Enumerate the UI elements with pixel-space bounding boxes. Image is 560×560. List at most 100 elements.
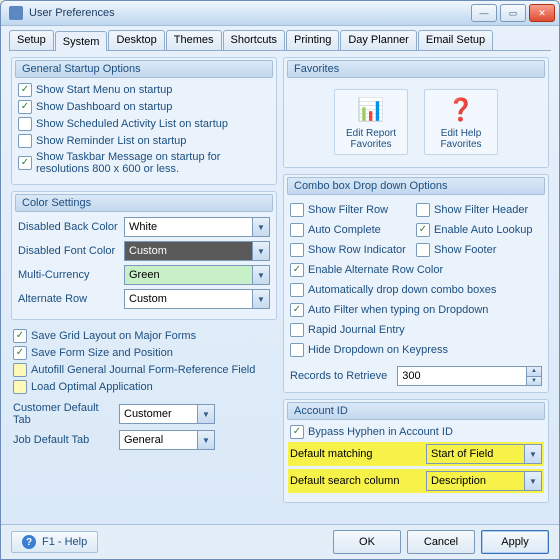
minimize-button[interactable]: — [471,4,497,22]
lbl-save-form: Save Form Size and Position [31,347,275,359]
fav-edit-help[interactable]: ❓ Edit Help Favorites [424,89,498,155]
lbl-reminder-list: Show Reminder List on startup [36,135,270,147]
lbl-alt-row-color: Enable Alternate Row Color [308,264,542,276]
help-label: F1 - Help [42,536,87,548]
report-icon: 📊 [355,94,387,126]
chk-dashboard[interactable] [18,100,32,114]
group-favorites: Favorites 📊 Edit Report Favorites ❓ Edit… [283,57,549,168]
input-value: 300 [402,370,420,382]
chevron-down-icon: ▼ [252,218,269,236]
chk-alt-row-color[interactable] [290,263,304,277]
lbl-row-indicator: Show Row Indicator [308,244,416,256]
chk-save-grid[interactable] [13,329,27,343]
tab-day-planner[interactable]: Day Planner [340,30,417,50]
sel-default-search-col[interactable]: Description ▼ [426,471,542,491]
tab-printing[interactable]: Printing [286,30,339,50]
chk-auto-filter-typing[interactable] [290,303,304,317]
lbl-customer-default-tab: Customer Default Tab [13,402,113,426]
chk-bypass-hyphen[interactable] [290,425,304,439]
chevron-down-icon: ▼ [524,445,541,463]
lbl-scheduled-activity: Show Scheduled Activity List on startup [36,118,270,130]
sel-value: Start of Field [431,448,493,460]
sel-disabled-font[interactable]: Custom▼ [124,241,270,261]
chevron-down-icon: ▼ [197,405,214,423]
chk-auto-complete[interactable] [290,223,304,237]
maximize-button[interactable]: ▭ [500,4,526,22]
group-header: Combo box Drop down Options [287,177,545,195]
chk-filter-header[interactable] [416,203,430,217]
lbl-save-grid: Save Grid Layout on Major Forms [31,330,275,342]
tab-desktop[interactable]: Desktop [108,30,164,50]
window-title: User Preferences [29,7,471,19]
chk-start-menu[interactable] [18,83,32,97]
ok-button[interactable]: OK [333,530,401,554]
chk-auto-lookup[interactable] [416,223,430,237]
lbl-disabled-back: Disabled Back Color [18,221,118,233]
tab-shortcuts[interactable]: Shortcuts [223,30,285,50]
chevron-down-icon: ▼ [524,472,541,490]
chk-load-optimal[interactable] [13,380,27,394]
lbl-autofill-gj: Autofill General Journal Form-Reference … [31,364,275,376]
sel-value: Green [129,269,160,281]
app-icon [9,6,23,20]
sel-value: White [129,221,157,233]
lbl-show-footer: Show Footer [434,244,542,256]
group-color-settings: Color Settings Disabled Back Color White… [11,191,277,320]
fav-label: Edit Help Favorites [429,128,493,150]
lbl-job-default-tab: Job Default Tab [13,434,113,446]
lbl-filter-row: Show Filter Row [308,204,416,216]
chk-rapid-journal[interactable] [290,323,304,337]
apply-button[interactable]: Apply [481,530,549,554]
tab-setup[interactable]: Setup [9,30,54,50]
sel-value: Description [431,475,486,487]
sel-default-matching[interactable]: Start of Field ▼ [426,444,542,464]
chevron-down-icon: ▼ [197,431,214,449]
chk-filter-row[interactable] [290,203,304,217]
input-records[interactable]: 300 ▲▼ [397,366,542,386]
chk-autofill-gj[interactable] [13,363,27,377]
lbl-hide-dropdown: Hide Dropdown on Keypress [308,344,542,356]
fav-label: Edit Report Favorites [339,128,403,150]
btn-label: OK [359,536,375,548]
chk-show-footer[interactable] [416,243,430,257]
lbl-dashboard: Show Dashboard on startup [36,101,270,113]
chk-reminder-list[interactable] [18,134,32,148]
lbl-auto-complete: Auto Complete [308,224,416,236]
lbl-auto-dropdown: Automatically drop down combo boxes [308,284,542,296]
sel-disabled-back[interactable]: White ▼ [124,217,270,237]
sel-job-default-tab[interactable]: General▼ [119,430,215,450]
spinner[interactable]: ▲▼ [526,367,541,385]
lbl-taskbar-msg: Show Taskbar Message on startup for reso… [36,151,270,175]
cancel-button[interactable]: Cancel [407,530,475,554]
chk-row-indicator[interactable] [290,243,304,257]
tab-themes[interactable]: Themes [166,30,222,50]
help-favorite-icon: ❓ [445,94,477,126]
sel-multi-currency[interactable]: Green ▼ [124,265,270,285]
chevron-down-icon: ▼ [252,266,269,284]
chk-hide-dropdown[interactable] [290,343,304,357]
lbl-bypass-hyphen: Bypass Hyphen in Account ID [308,426,542,438]
fav-edit-report[interactable]: 📊 Edit Report Favorites [334,89,408,155]
tab-email-setup[interactable]: Email Setup [418,30,493,50]
group-combo-options: Combo box Drop down Options Show Filter … [283,174,549,393]
help-button[interactable]: ? F1 - Help [11,531,98,553]
sel-alternate-row[interactable]: Custom▼ [124,289,270,309]
lbl-multi-currency: Multi-Currency [18,269,118,281]
group-header: General Startup Options [15,60,273,78]
chk-auto-dropdown[interactable] [290,283,304,297]
lbl-filter-header: Show Filter Header [434,204,542,216]
tabs: Setup System Desktop Themes Shortcuts Pr… [9,30,551,51]
close-button[interactable]: ✕ [529,4,555,22]
chk-scheduled-activity[interactable] [18,117,32,131]
tab-system[interactable]: System [55,31,108,51]
lbl-start-menu: Show Start Menu on startup [36,84,270,96]
chk-save-form[interactable] [13,346,27,360]
chk-taskbar-msg[interactable] [18,156,32,170]
sel-customer-default-tab[interactable]: Customer▼ [119,404,215,424]
lbl-load-optimal: Load Optimal Application [31,381,275,393]
sel-value: Custom [129,245,167,257]
btn-label: Apply [501,536,529,548]
lbl-auto-filter-typing: Auto Filter when typing on Dropdown [308,304,542,316]
chevron-down-icon: ▼ [252,290,269,308]
group-header: Account ID [287,402,545,420]
